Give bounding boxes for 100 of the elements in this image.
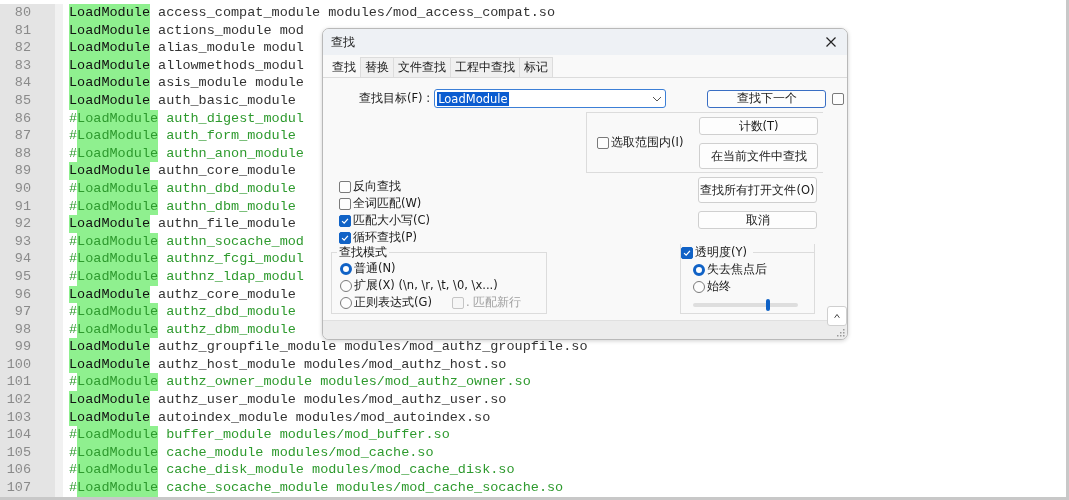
- radio-button[interactable]: [340, 279, 352, 292]
- caret-up-icon: [834, 312, 840, 320]
- line-number: 88: [13, 144, 32, 163]
- radio-button[interactable]: [693, 263, 705, 276]
- find-all-open-files-button[interactable]: 查找所有打开文件(O): [698, 177, 817, 203]
- line-number: 99: [13, 338, 32, 356]
- line-number: 93: [13, 232, 32, 251]
- checkbox[interactable]: [681, 246, 693, 259]
- comment-mark: #: [69, 144, 78, 163]
- comment-mark: #: [69, 179, 78, 198]
- line-number: 107: [5, 479, 32, 497]
- comment-mark: #: [69, 267, 78, 286]
- line-number: 101: [5, 373, 32, 392]
- checkbox-label: . 匹配新行: [465, 295, 522, 310]
- comment-mark: #: [69, 426, 78, 444]
- radio-button[interactable]: [693, 280, 705, 293]
- comment-mark: #: [69, 443, 78, 462]
- radio-label: 失去焦点后: [707, 262, 767, 277]
- highlighted-keyword: LoadModule: [77, 127, 159, 145]
- code-text: buffer_module modules/mod_buffer.so: [166, 426, 450, 444]
- code-text: authz_core_module: [158, 285, 296, 304]
- line-number: 87: [13, 127, 32, 145]
- line-number: 80: [13, 4, 32, 22]
- radio-label: 扩展(X) (\n, \r, \t, \0, \x...): [354, 278, 498, 293]
- line-number: 98: [13, 320, 32, 339]
- checkbox[interactable]: [832, 92, 845, 105]
- code-text: authn_socache_mod: [166, 232, 304, 251]
- highlighted-keyword: LoadModule: [77, 179, 159, 198]
- checkbox[interactable]: [339, 197, 351, 210]
- highlighted-keyword: LoadModule: [77, 426, 159, 444]
- code-text: allowmethods_modul: [158, 56, 304, 75]
- code-text: auth_basic_module: [158, 91, 296, 110]
- resize-grip-icon[interactable]: [835, 327, 845, 337]
- checkbox[interactable]: [339, 180, 351, 193]
- code-text: cache_socache_module modules/mod_cache_socache.so: [166, 479, 564, 497]
- line-number: 106: [5, 461, 32, 480]
- checkbox[interactable]: [597, 136, 609, 149]
- comment-mark: #: [69, 320, 78, 339]
- slider-thumb[interactable]: [765, 299, 770, 311]
- line-number: 91: [13, 197, 32, 216]
- checkbox[interactable]: [339, 231, 351, 244]
- find-in-current-file-button[interactable]: 在当前文件中查找: [699, 143, 818, 169]
- radio-label: 普通(N): [354, 261, 396, 276]
- highlighted-keyword: LoadModule: [77, 232, 159, 251]
- line-number: 89: [13, 162, 32, 180]
- checkbox-label: 全词匹配(W): [353, 196, 422, 211]
- tab[interactable]: 工程中查找: [450, 57, 520, 77]
- radio-button[interactable]: [340, 296, 352, 309]
- search-field[interactable]: LoadModule: [434, 89, 667, 108]
- line-number: 104: [5, 426, 32, 444]
- line-number: 84: [13, 74, 32, 92]
- checkbox[interactable]: [339, 214, 351, 227]
- code-text: authz_host_module modules/mod_authz_host.so: [158, 355, 507, 374]
- highlighted-keyword: LoadModule: [77, 109, 159, 128]
- code-text: asis_module module: [158, 74, 304, 92]
- line-number: 96: [13, 285, 32, 304]
- code-text: auth_form_module: [166, 127, 296, 145]
- comment-mark: #: [69, 479, 78, 497]
- line-number: 100: [5, 355, 32, 374]
- comment-mark: #: [69, 109, 78, 128]
- tab[interactable]: 文件查找: [393, 57, 451, 77]
- line-number: 90: [13, 179, 32, 198]
- code-text: autoindex_module modules/mod_autoindex.so: [158, 408, 491, 427]
- code-text: cache_disk_module modules/mod_cache_disk.so: [166, 461, 515, 480]
- code-text: authz_groupfile_module modules/mod_authz_groupfile.so: [158, 338, 588, 356]
- code-text: authz_user_module modules/mod_authz_user.so: [158, 391, 507, 409]
- group-title: 查找模式: [337, 245, 389, 260]
- count-button[interactable]: 计数(T): [699, 117, 818, 135]
- radio-label: 正则表达式(G): [354, 295, 432, 310]
- code-text: authnz_fcgi_modul: [166, 250, 304, 268]
- code-text: authz_owner_module modules/mod_authz_owner.so: [166, 373, 531, 392]
- comment-mark: #: [69, 250, 78, 268]
- dialog-title: 查找: [331, 33, 355, 51]
- highlighted-keyword: LoadModule: [69, 215, 150, 233]
- code-text: access_compat_module modules/mod_access_compat.so: [158, 4, 556, 22]
- highlighted-keyword: LoadModule: [69, 74, 150, 92]
- chevron-down-icon[interactable]: [652, 95, 663, 102]
- tab[interactable]: 替换: [360, 57, 394, 77]
- cancel-button[interactable]: 取消: [698, 211, 817, 229]
- find-next-button[interactable]: 查找下一个: [707, 89, 827, 108]
- code-text: alias_module modul: [158, 39, 304, 57]
- code-text: authn_file_module: [158, 215, 296, 233]
- comment-mark: #: [69, 373, 78, 392]
- comment-mark: #: [69, 461, 78, 480]
- highlighted-keyword: LoadModule: [77, 250, 159, 268]
- line-number: 82: [13, 39, 32, 57]
- tab[interactable]: 标记: [519, 57, 553, 77]
- line-number: 102: [5, 391, 32, 409]
- code-text: authn_dbm_module: [166, 197, 296, 216]
- code-text: authn_core_module: [158, 162, 296, 180]
- highlighted-keyword: LoadModule: [77, 461, 159, 480]
- comment-mark: #: [69, 232, 78, 251]
- line-number: 97: [13, 303, 32, 321]
- line-number: 81: [13, 21, 32, 40]
- line-number: 95: [13, 267, 32, 286]
- radio-button[interactable]: [340, 262, 352, 275]
- line-number: 105: [5, 443, 32, 462]
- checkbox-label: 匹配大小写(C): [353, 213, 430, 228]
- highlighted-keyword: LoadModule: [69, 4, 150, 22]
- radio-label: 始终: [707, 279, 731, 294]
